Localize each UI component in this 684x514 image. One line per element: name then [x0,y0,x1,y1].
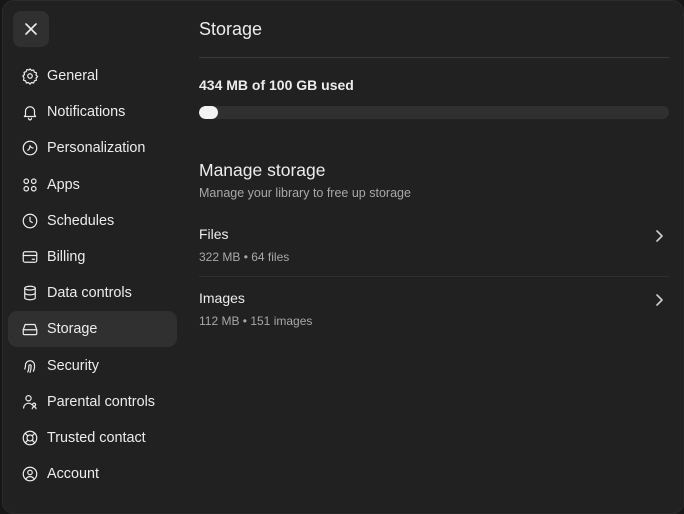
fingerprint-icon [20,356,40,376]
sidebar-item-label: Data controls [47,285,132,302]
storage-usage-bar-fill [199,106,218,119]
sidebar-item-label: Account [47,466,99,483]
close-icon [25,23,37,35]
sidebar-item-label: Security [47,357,99,374]
bell-icon [20,102,40,122]
personalization-icon [20,138,40,158]
close-button[interactable] [13,11,49,47]
sidebar-item-billing[interactable]: Billing [8,239,177,275]
manage-storage-subtitle: Manage your library to free up storage [199,186,411,200]
sidebar-item-label: Billing [47,248,86,265]
sidebar-item-label: Trusted contact [47,429,146,446]
files-row[interactable]: Files 322 MB • 64 files [199,226,669,286]
images-row-meta: 112 MB • 151 images [199,314,313,328]
sidebar-item-label: Parental controls [47,393,155,410]
sidebar-item-storage[interactable]: Storage [8,311,177,348]
sidebar-item-label: Storage [47,321,98,338]
sidebar-item-trusted-contact[interactable]: Trusted contact [8,420,177,456]
sidebar-item-apps[interactable]: Apps [8,167,177,203]
storage-drive-icon [20,319,40,339]
manage-storage-title: Manage storage [199,160,326,180]
sidebar-item-label: Apps [47,176,80,193]
parental-controls-icon [20,392,40,412]
sidebar-item-schedules[interactable]: Schedules [8,203,177,239]
apps-grid-icon [20,175,40,195]
credit-card-icon [20,247,40,267]
settings-sidebar: General Notifications Personalization Ap… [8,58,177,492]
sidebar-item-parental-controls[interactable]: Parental controls [8,384,177,420]
sidebar-item-label: Notifications [47,104,126,121]
storage-usage-bar [199,106,669,119]
sidebar-item-security[interactable]: Security [8,348,177,384]
page-title: Storage [199,19,263,39]
gear-icon [20,66,40,86]
sidebar-item-notifications[interactable]: Notifications [8,94,177,130]
row-divider [199,276,669,277]
images-row-title: Images [199,290,245,306]
images-row[interactable]: Images 112 MB • 151 images [199,290,669,350]
lifebuoy-icon [20,428,40,448]
divider [199,57,669,58]
sidebar-item-account[interactable]: Account [8,456,177,492]
chevron-right-icon [651,292,667,308]
settings-dialog: General Notifications Personalization Ap… [2,0,684,514]
sidebar-item-data-controls[interactable]: Data controls [8,275,177,311]
database-icon [20,283,40,303]
sidebar-item-label: Personalization [47,140,146,157]
sidebar-item-label: General [47,68,99,84]
sidebar-item-personalization[interactable]: Personalization [8,130,177,166]
clock-icon [20,211,40,231]
files-row-meta: 322 MB • 64 files [199,250,290,264]
chevron-right-icon [651,228,667,244]
files-row-title: Files [199,226,229,242]
storage-usage-text: 434 MB of 100 GB used [199,77,354,93]
sidebar-item-label: Schedules [47,212,115,229]
user-circle-icon [20,464,40,484]
sidebar-item-general[interactable]: General [8,58,177,94]
